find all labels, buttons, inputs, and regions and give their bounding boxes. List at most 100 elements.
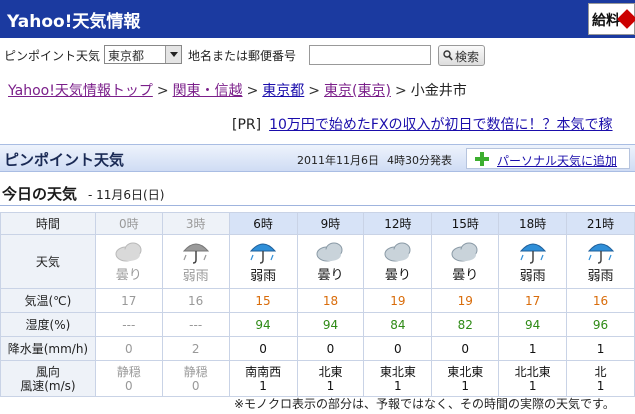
pinpoint-title: ピンポイント天気 bbox=[4, 151, 125, 169]
wind-speed-value: 1 bbox=[596, 378, 605, 393]
cloud-icon bbox=[364, 240, 431, 264]
search-bar: ピンポイント天気 東京都 地名または郵便番号 検索 bbox=[0, 42, 635, 68]
wind-label: 風向 風速(m/s) bbox=[0, 360, 96, 397]
temp-cell: 17 bbox=[498, 288, 568, 313]
precip-cell: 0 bbox=[363, 336, 433, 361]
time-row: 時間 0時 3時 6時 9時 12時 15時 18時 21時 bbox=[0, 212, 635, 235]
wind-cell: 北1 bbox=[566, 360, 635, 397]
pr-tag: [PR] bbox=[232, 117, 262, 133]
temp-cell: 16 bbox=[161, 288, 230, 313]
breadcrumb-area[interactable]: 東京(東京) bbox=[324, 83, 391, 99]
footnote: ※モノクロ表示の部分は、予報ではなく、その時間の実際の天気です。 bbox=[234, 397, 615, 411]
cloud-icon bbox=[96, 240, 162, 264]
breadcrumb-sep: > bbox=[394, 83, 407, 99]
wind-cell: 北東 1 bbox=[296, 360, 365, 397]
precip-cell: 0 bbox=[94, 336, 163, 361]
temp-label: 気温(℃) bbox=[0, 288, 96, 313]
ad-text: 給料 bbox=[592, 13, 620, 29]
weather-cell: 曇り bbox=[431, 234, 500, 289]
breadcrumb-current: 小金井市 bbox=[410, 83, 467, 99]
time-cell: 21時 bbox=[566, 212, 635, 235]
wind-cell: 東北東 1 bbox=[363, 360, 433, 397]
weather-cell: 弱雨 bbox=[161, 234, 230, 289]
wind-dir-value: 静穏 bbox=[183, 364, 208, 379]
precip-label: 降水量(mm/h) bbox=[0, 336, 96, 361]
umbrella-icon bbox=[567, 239, 634, 265]
weather-label-text: 曇り bbox=[317, 268, 344, 283]
header-bar: Yahoo!天気情報 給料 bbox=[0, 0, 635, 38]
weather-row: 天気 曇り 弱雨 弱雨 曇り 曇り 曇り 弱雨 弱雨 bbox=[0, 234, 635, 289]
precip-cell: 1 bbox=[566, 336, 635, 361]
announce-date: 2011年11月6日 bbox=[297, 154, 379, 167]
humidity-row: 湿度(%) --- --- 94 94 84 82 94 96 bbox=[0, 312, 635, 337]
weather-label-text: 曇り bbox=[452, 268, 479, 283]
hourly-forecast-table: 時間 0時 3時 6時 9時 12時 15時 18時 21時 天気 曇り 弱雨 弱雨 曇り 曇り 曇り 弱… bbox=[0, 212, 635, 397]
precip-cell: 0 bbox=[228, 336, 298, 361]
time-cell: 12時 bbox=[363, 212, 433, 235]
wind-dir-value: 東北東 bbox=[447, 364, 484, 379]
time-label: 時間 bbox=[0, 212, 96, 235]
weather-cell: 曇り bbox=[94, 234, 163, 289]
ad-banner[interactable]: 給料 bbox=[588, 3, 635, 35]
chevron-down-icon[interactable] bbox=[165, 46, 181, 63]
time-cell: 0時 bbox=[94, 212, 163, 235]
weather-label: 天気 bbox=[0, 234, 96, 289]
breadcrumb-sep: > bbox=[246, 83, 259, 99]
cloud-icon bbox=[432, 240, 498, 264]
wind-cell: 静穏 0 bbox=[161, 360, 230, 397]
time-cell: 9時 bbox=[296, 212, 365, 235]
place-search-input[interactable] bbox=[309, 45, 431, 65]
time-cell: 6時 bbox=[228, 212, 298, 235]
add-personal-weather-link[interactable]: パーソナル天気に追加 bbox=[497, 152, 617, 169]
weather-label-text: 弱雨 bbox=[182, 269, 209, 284]
umbrella-icon bbox=[230, 239, 297, 265]
pinpoint-search-label: ピンポイント天気 bbox=[4, 49, 101, 63]
humidity-cell: 82 bbox=[431, 312, 500, 337]
wind-speed-value: 1 bbox=[528, 378, 537, 393]
today-heading: 今日の天気 - 11月6日(日) bbox=[0, 180, 635, 206]
temp-cell: 18 bbox=[296, 288, 365, 313]
time-cell: 18時 bbox=[498, 212, 568, 235]
search-button[interactable]: 検索 bbox=[438, 45, 485, 66]
precip-row: 降水量(mm/h) 02000011 bbox=[0, 336, 635, 361]
wind-speed-value: 1 bbox=[326, 378, 335, 393]
temp-cell: 16 bbox=[566, 288, 635, 313]
prefecture-select[interactable]: 東京都 bbox=[104, 45, 182, 64]
wind-speed-label: 風速(m/s) bbox=[20, 378, 76, 393]
pr-line: [PR] 10万円で始めたFXの収入が初日で数倍に！？本気で稼 bbox=[232, 114, 613, 134]
weather-label-text: 弱雨 bbox=[250, 269, 277, 284]
weather-cell: 弱雨 bbox=[566, 234, 635, 289]
weather-cell: 曇り bbox=[296, 234, 365, 289]
wind-dir-value: 静穏 bbox=[116, 364, 141, 379]
temp-cell: 19 bbox=[363, 288, 433, 313]
temp-row: 気温(℃) 17 16 15 18 19 19 17 16 bbox=[0, 288, 635, 313]
prefecture-value: 東京都 bbox=[108, 49, 145, 63]
search-icon bbox=[443, 50, 453, 61]
humidity-cell: 94 bbox=[498, 312, 568, 337]
wind-cell: 南南西 1 bbox=[228, 360, 298, 397]
wind-row: 風向 風速(m/s) 静穏 0 静穏 0 南南西 1 北東 1 東北東 1 東北東 1 北北東 1 北 1 bbox=[0, 360, 635, 397]
wind-speed-value: 0 bbox=[124, 378, 133, 393]
wind-speed-value: 0 bbox=[191, 378, 200, 393]
humidity-cell: --- bbox=[94, 312, 163, 337]
add-personal-weather-button[interactable]: パーソナル天気に追加 bbox=[466, 148, 630, 169]
wind-dir-value: 北北東 bbox=[514, 364, 551, 379]
announce-time: 2011年11月6日 4時30分発表 bbox=[297, 152, 452, 168]
umbrella-icon bbox=[499, 239, 566, 265]
search-button-label: 検索 bbox=[455, 50, 480, 64]
temp-cell: 15 bbox=[228, 288, 298, 313]
humidity-cell: 96 bbox=[566, 312, 635, 337]
temp-cell: 17 bbox=[94, 288, 163, 313]
humidity-cell: 94 bbox=[228, 312, 298, 337]
pr-link[interactable]: 10万円で始めたFXの収入が初日で数倍に！？本気で稼 bbox=[269, 117, 612, 133]
breadcrumb-sep: > bbox=[308, 83, 321, 99]
breadcrumb-top[interactable]: Yahoo!天気情報トップ bbox=[8, 83, 153, 99]
place-label: 地名または郵便番号 bbox=[188, 49, 297, 63]
site-title[interactable]: Yahoo!天気情報 bbox=[7, 7, 140, 32]
breadcrumb-prefecture[interactable]: 東京都 bbox=[262, 83, 304, 99]
wind-dir-value: 北 bbox=[594, 364, 607, 379]
wind-dir-value: 東北東 bbox=[379, 364, 416, 379]
breadcrumb-region[interactable]: 関東・信越 bbox=[173, 83, 243, 99]
pinpoint-bar: ピンポイント天気 2011年11月6日 4時30分発表 パーソナル天気に追加 bbox=[0, 144, 635, 172]
weather-cell: 弱雨 bbox=[498, 234, 568, 289]
